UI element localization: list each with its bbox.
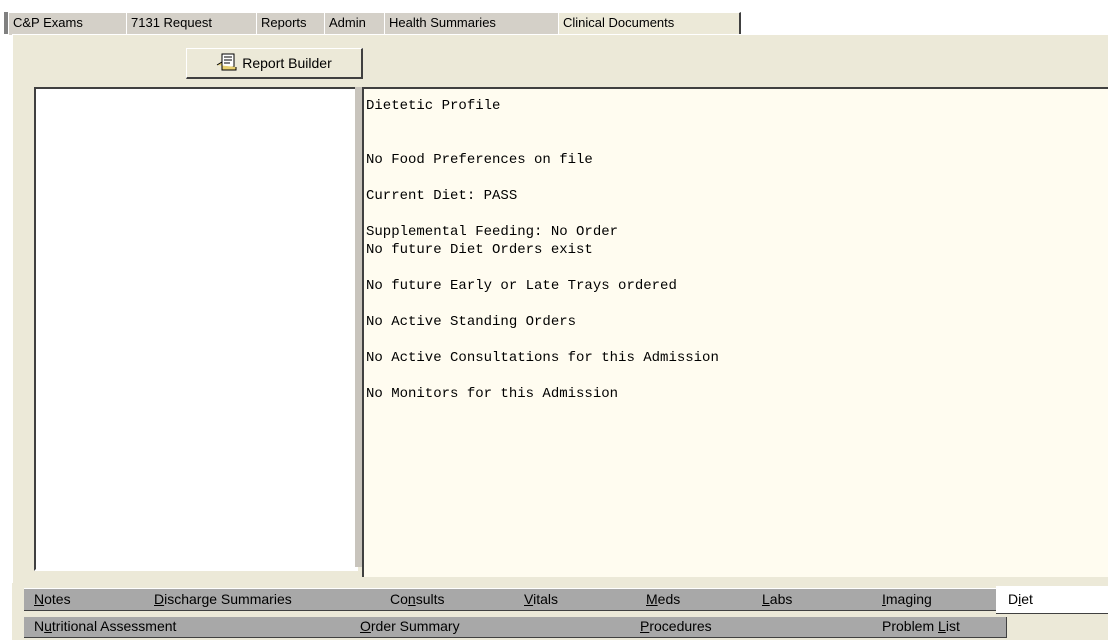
tab-procedures[interactable]: Procedures	[628, 617, 885, 638]
report-builder-label: Report Builder	[242, 55, 332, 71]
tab-7131-request[interactable]: 7131 Request	[126, 12, 265, 35]
tab-vitals[interactable]: Vitals	[514, 588, 645, 611]
tab-admin[interactable]: Admin	[324, 12, 393, 35]
doc-line	[366, 133, 1108, 151]
doc-line	[366, 115, 1108, 133]
report-list[interactable]	[34, 87, 358, 571]
doc-line: No Active Consultations for this Admissi…	[366, 350, 719, 366]
doc-line: No Food Preferences on file	[366, 152, 593, 168]
doc-line: Dietetic Profile	[366, 98, 501, 114]
tab-clinical-documents[interactable]: Clinical Documents	[558, 12, 741, 35]
doc-line	[366, 205, 1108, 223]
doc-line	[366, 367, 1108, 385]
doc-line	[366, 295, 1108, 313]
doc-line: No Monitors for this Admission	[366, 386, 619, 402]
tab-reports[interactable]: Reports	[256, 12, 333, 35]
doc-line: No future Diet Orders exist	[366, 242, 593, 258]
tab-notes[interactable]: Notes	[24, 588, 153, 611]
panel-splitter[interactable]	[355, 87, 362, 567]
tab-labs[interactable]: Labs	[752, 588, 883, 611]
tab-order-summary[interactable]: Order Summary	[348, 617, 641, 638]
doc-line	[366, 331, 1108, 349]
tab-nutritional-assessment[interactable]: Nutritional Assessment	[24, 617, 359, 638]
tab-discharge-summaries[interactable]: Discharge Summaries	[142, 588, 389, 611]
doc-line: No future Early or Late Trays ordered	[366, 278, 677, 294]
doc-line: Current Diet: PASS	[366, 188, 518, 204]
doc-line: No Active Standing Orders	[366, 314, 577, 330]
document-text-area[interactable]: Dietetic Profile No Food Preferences on …	[362, 87, 1108, 577]
tab-health-summaries[interactable]: Health Summaries	[384, 12, 567, 35]
tab-problem-list[interactable]: Problem List	[872, 617, 1007, 638]
tab-imaging[interactable]: Imaging	[872, 588, 1007, 611]
tab-diet[interactable]: Diet	[996, 586, 1108, 614]
tab-cp-exams[interactable]: C&P Exams	[8, 12, 135, 35]
doc-line: Supplemental Feeding: No Order	[366, 224, 619, 240]
doc-line	[366, 259, 1108, 277]
tab-meds[interactable]: Meds	[634, 588, 765, 611]
tab-consults[interactable]: Consults	[376, 588, 529, 611]
report-builder-icon	[216, 53, 238, 74]
report-builder-button[interactable]: Report Builder	[186, 48, 363, 79]
doc-line	[366, 169, 1108, 187]
